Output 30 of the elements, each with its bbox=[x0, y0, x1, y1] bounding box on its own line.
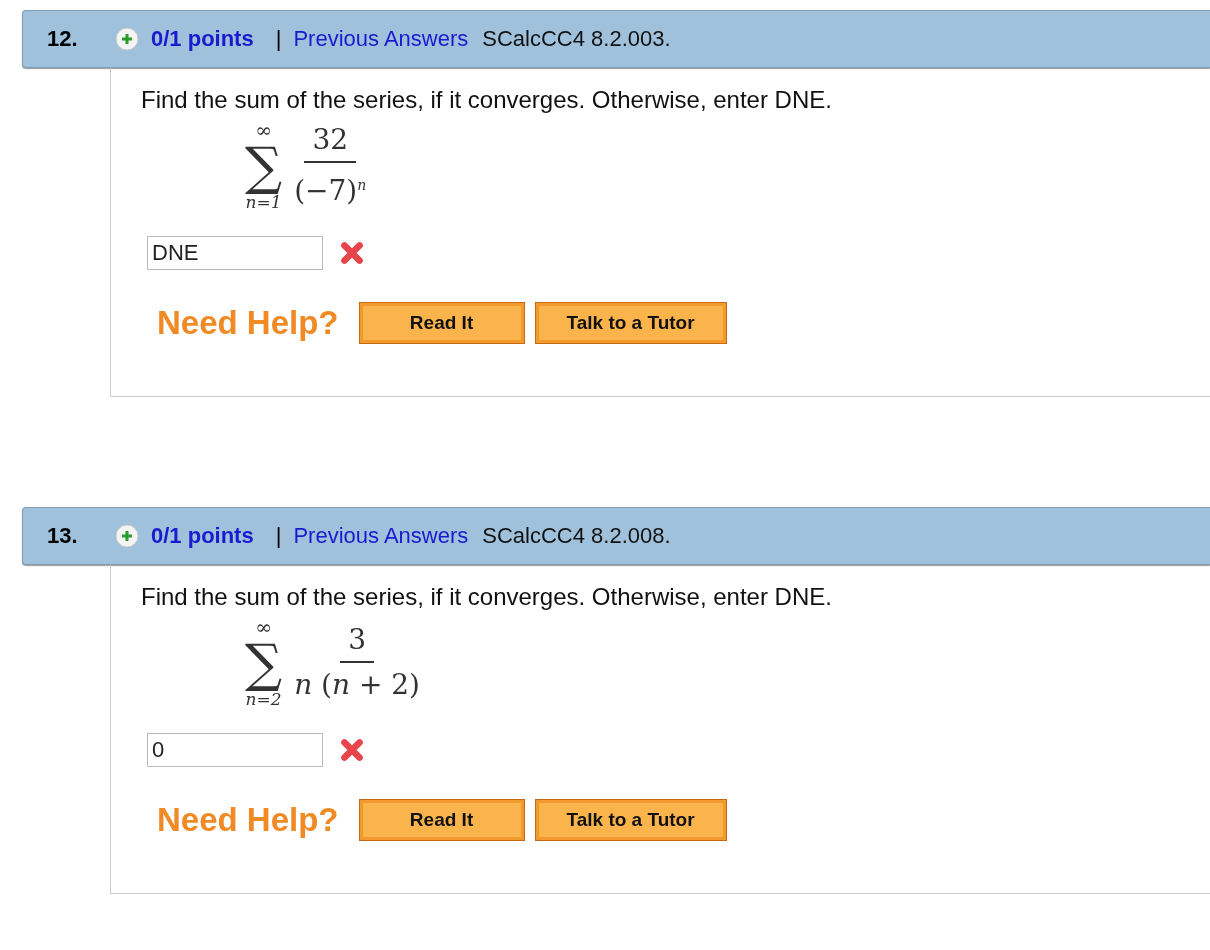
numerator: 3 bbox=[340, 623, 374, 663]
upper-limit: ∞ bbox=[255, 617, 272, 637]
points-text: 0/1 points bbox=[151, 26, 254, 52]
answer-field[interactable]: 0 bbox=[147, 733, 323, 767]
answer-field[interactable]: DNE bbox=[147, 236, 323, 270]
plus-icon[interactable] bbox=[115, 27, 139, 51]
need-help-text: Need Help? bbox=[157, 304, 339, 342]
source-text: SCalcCC4 8.2.003. bbox=[482, 26, 671, 52]
question-number: 12. bbox=[47, 26, 79, 52]
denominator: (−7)$^{n}$ bbox=[293, 173, 368, 210]
separator: | bbox=[275, 523, 282, 549]
question-text: Find the sum of the series, if it converges. Otherwise, enter DNE. bbox=[141, 86, 833, 114]
need-help-text: Need Help? bbox=[157, 801, 339, 839]
help-button[interactable]: Talk to a Tutor bbox=[534, 302, 727, 344]
upper-limit: ∞ bbox=[255, 120, 272, 140]
previous-answers-link[interactable]: Previous Answers bbox=[293, 26, 469, 52]
source-text: SCalcCC4 8.2.008. bbox=[482, 523, 671, 549]
help-button[interactable]: Talk to a Tutor bbox=[534, 799, 727, 841]
question-number: 13. bbox=[47, 523, 79, 549]
numerator: 32 bbox=[304, 122, 356, 163]
help-button[interactable]: Read It bbox=[358, 799, 525, 841]
points-text: 0/1 points bbox=[151, 523, 254, 549]
sigma-icon: ∑ bbox=[245, 140, 283, 192]
question-text: Find the sum of the series, if it converges. Otherwise, enter DNE. bbox=[141, 583, 833, 611]
help-button[interactable]: Read It bbox=[358, 302, 525, 344]
plus-icon[interactable] bbox=[115, 524, 139, 548]
previous-answers-link[interactable]: Previous Answers bbox=[293, 523, 469, 549]
sigma-icon: ∑ bbox=[245, 637, 283, 689]
denominator: n (n + 2) bbox=[293, 667, 422, 703]
separator: | bbox=[275, 26, 282, 52]
